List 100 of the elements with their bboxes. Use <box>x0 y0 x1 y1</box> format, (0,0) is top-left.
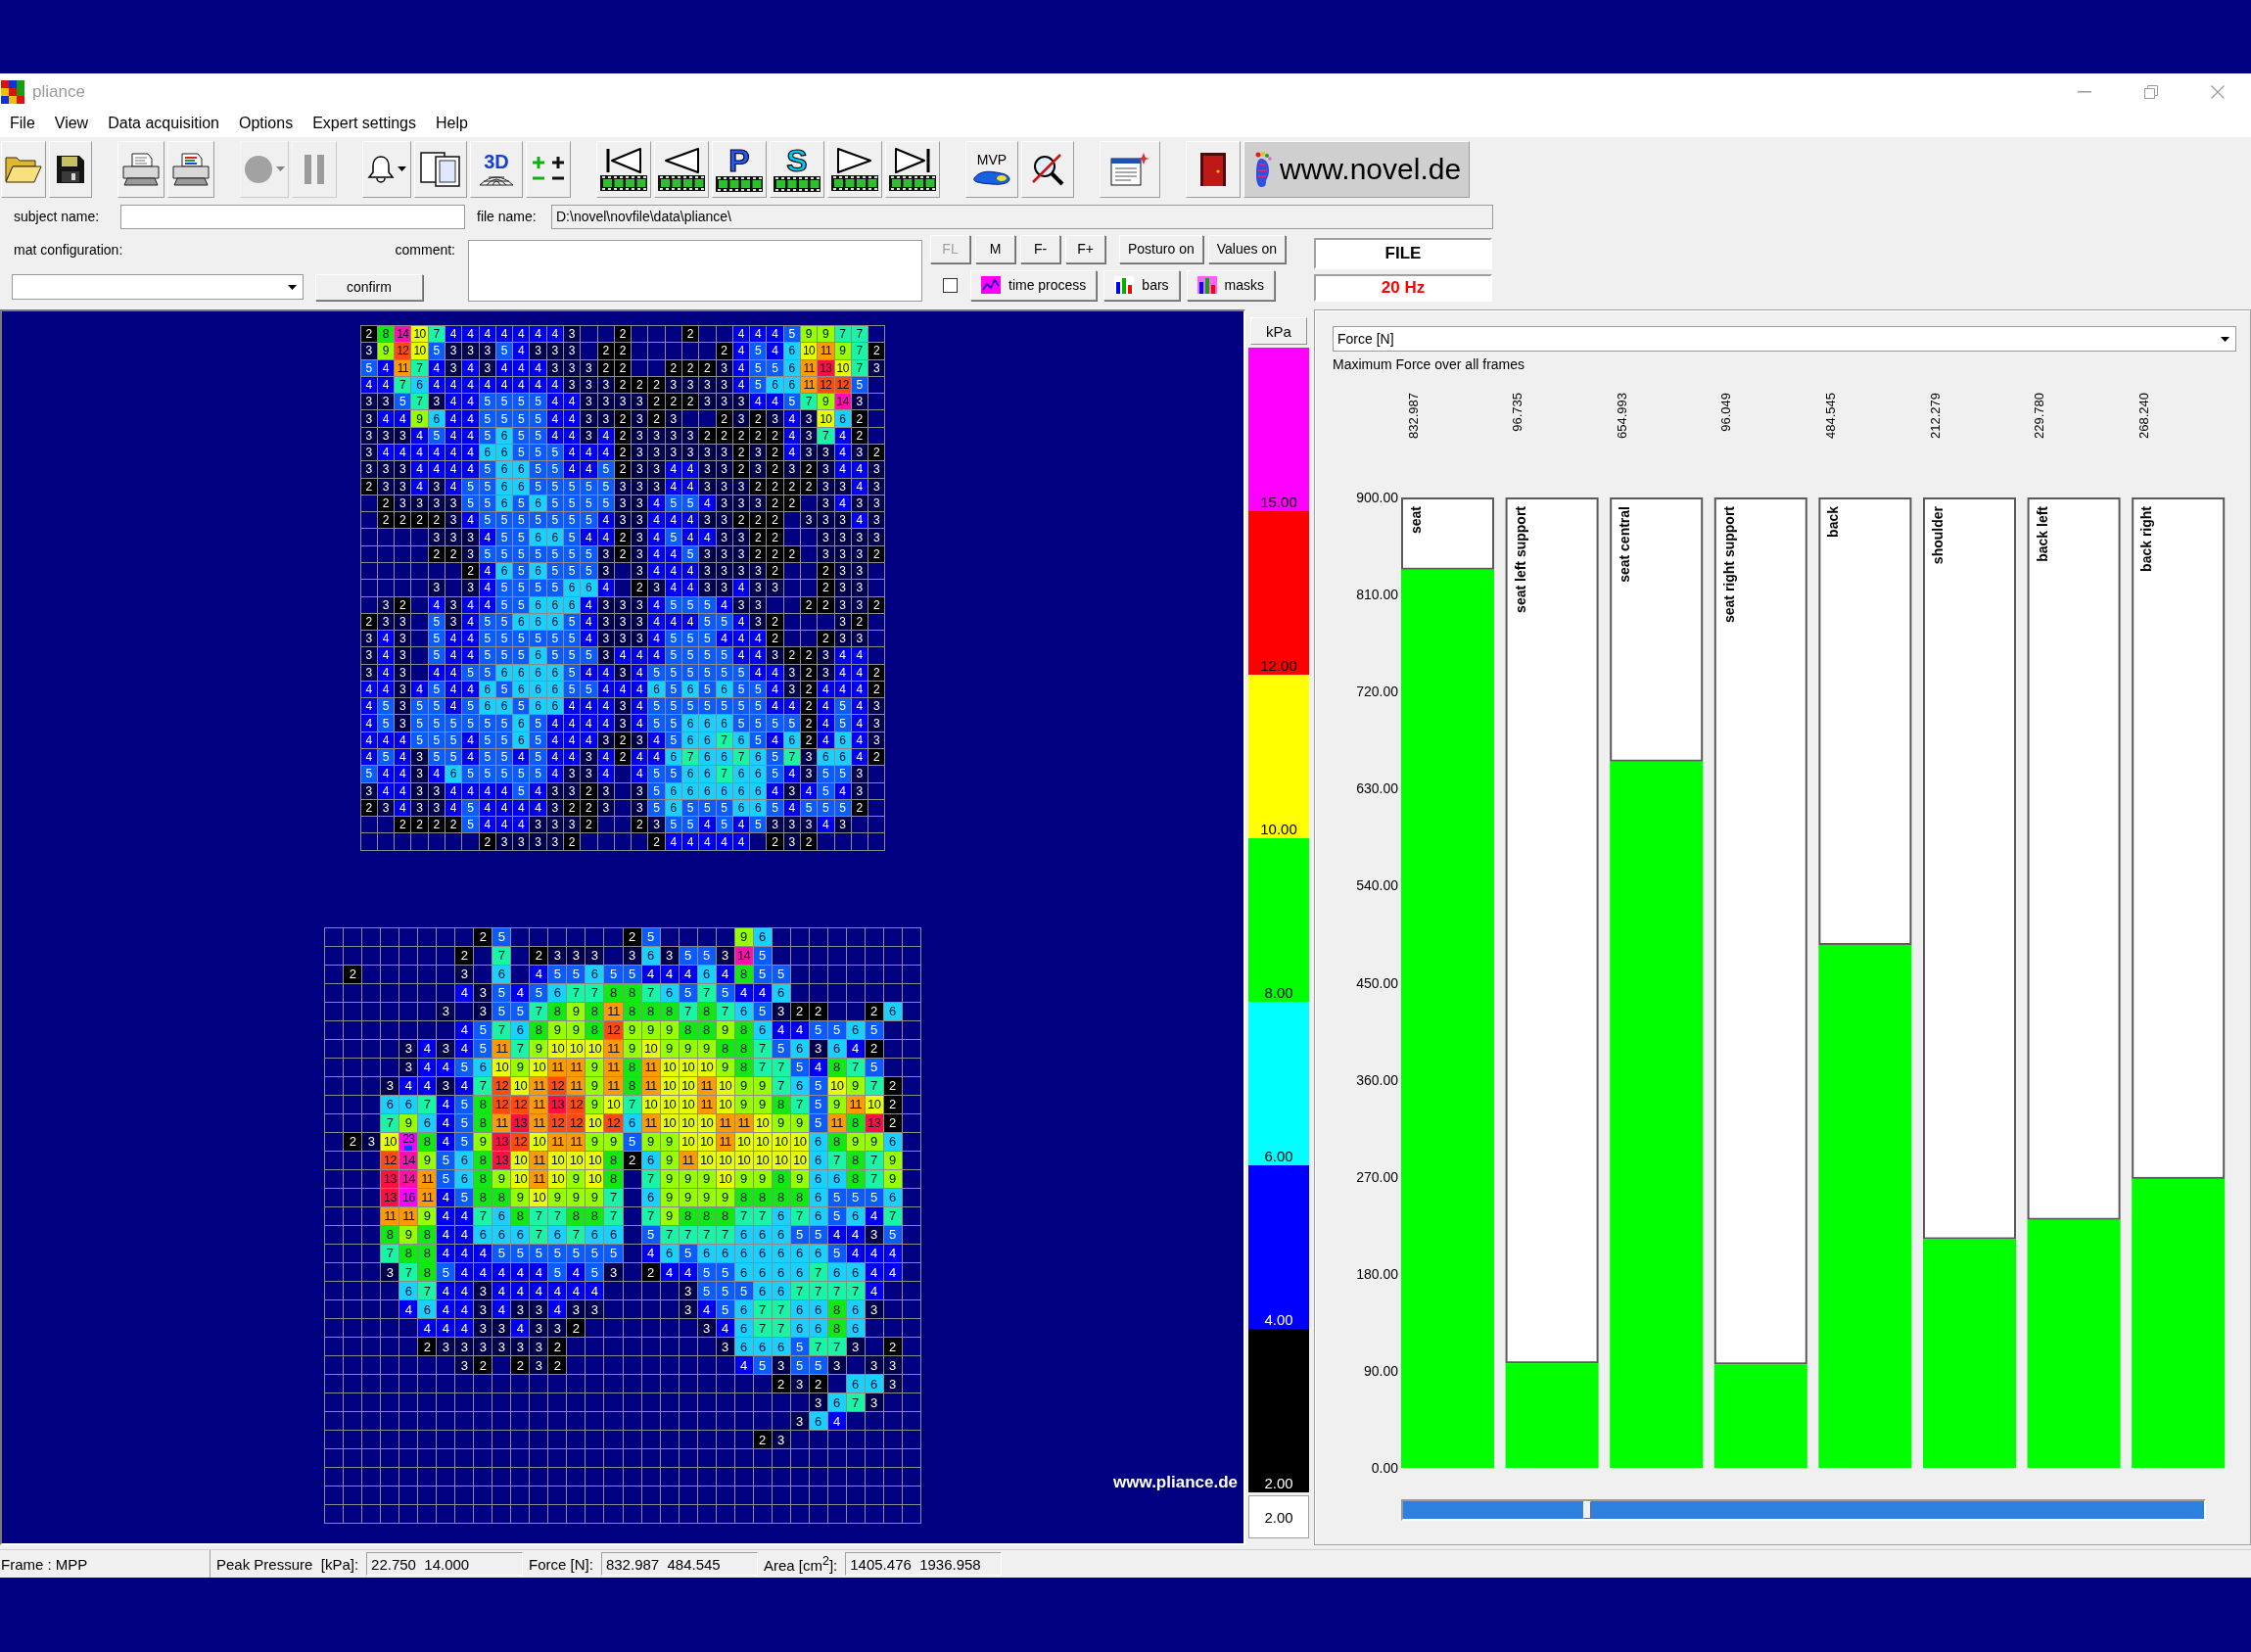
toolbar-button[interactable] <box>1 140 46 198</box>
frame-button[interactable]: F- <box>1020 234 1060 263</box>
toolbar-button[interactable]: P <box>712 140 767 198</box>
pressure-value: 2 <box>800 715 818 732</box>
toolbar-button[interactable] <box>827 140 882 198</box>
pressure-value: 5 <box>564 512 581 529</box>
pressure-value: 10 <box>772 1151 790 1169</box>
pressure-value: 4 <box>455 1300 474 1319</box>
menu-item[interactable]: View <box>44 115 99 132</box>
pressure-value: 12 <box>548 1076 567 1095</box>
display-button[interactable]: time process <box>970 269 1098 301</box>
pressure-value: 6 <box>809 1300 827 1319</box>
pressure-value: 3 <box>632 394 648 410</box>
menu-item[interactable]: File <box>0 115 45 132</box>
pressure-value: 5 <box>699 613 716 631</box>
toolbar-button[interactable] <box>362 140 411 198</box>
pressure-value: 5 <box>437 1263 455 1281</box>
toolbar-button[interactable] <box>117 140 164 198</box>
confirm-button[interactable]: confirm <box>315 273 423 301</box>
subject-name-field[interactable] <box>120 204 465 229</box>
comment-field[interactable] <box>468 240 922 302</box>
toolbar-button[interactable] <box>654 140 709 198</box>
toolbar-button[interactable] <box>414 140 467 198</box>
toolbar-button[interactable] <box>596 140 651 198</box>
pressure-value: 3 <box>772 1356 790 1375</box>
restore-icon[interactable] <box>2144 84 2158 99</box>
pressure-value: 8 <box>697 1002 716 1020</box>
pressure-value: 3 <box>511 1300 530 1319</box>
pressure-value: 5 <box>546 545 563 562</box>
status-value: 1405.476 1936.958 <box>845 1552 1003 1576</box>
pressure-value: 4 <box>699 529 716 545</box>
website-link-button[interactable]: www.novel.de <box>1243 140 1471 198</box>
pressure-value: 3 <box>750 461 767 478</box>
pressure-value: 3 <box>360 631 377 647</box>
menu-item[interactable]: Expert settings <box>303 115 426 132</box>
frame-button[interactable]: F+ <box>1065 234 1105 263</box>
pressure-value: 2 <box>564 833 581 850</box>
pressure-value: 6 <box>513 461 530 478</box>
pressure-value: 4 <box>479 376 495 394</box>
pressure-value: 5 <box>699 647 716 664</box>
close-icon[interactable] <box>2211 84 2225 99</box>
pressure-value: 2 <box>614 326 632 343</box>
pressure-value: 10 <box>530 1058 548 1076</box>
pressure-value: 3 <box>474 1319 492 1338</box>
pressure-value: 8 <box>697 1206 716 1225</box>
pressure-value: 12 <box>834 376 851 394</box>
pressure-value: 2 <box>614 359 632 376</box>
pressure-value: 5 <box>753 1002 772 1020</box>
toolbar-button[interactable] <box>1021 140 1074 198</box>
pressure-value: 3 <box>699 580 716 596</box>
toolbar-button[interactable] <box>1100 140 1160 198</box>
pressure-value: 5 <box>790 1338 809 1356</box>
pressure-value: 6 <box>492 1225 511 1244</box>
pressure-value: 10 <box>679 1095 697 1113</box>
menu-item[interactable]: Options <box>229 115 304 132</box>
checkbox[interactable] <box>943 277 958 293</box>
pressure-value: 4 <box>679 965 697 983</box>
menu-item[interactable]: Help <box>426 115 478 132</box>
pressure-value: 2 <box>411 817 428 833</box>
pressure-value: 3 <box>750 580 767 596</box>
mat-configuration-select[interactable] <box>12 274 304 300</box>
pressure-value: 4 <box>732 376 750 394</box>
frame-button[interactable]: M <box>975 234 1015 263</box>
pressure-value: 7 <box>772 1076 790 1095</box>
pressure-value: 5 <box>648 698 665 715</box>
pressure-value: 5 <box>462 766 479 782</box>
toolbar-button[interactable] <box>885 140 940 198</box>
toggle-button[interactable]: Values on <box>1207 234 1286 263</box>
toolbar-button[interactable] <box>526 140 571 198</box>
toolbar-button[interactable] <box>167 140 214 198</box>
pressure-value: 4 <box>564 461 581 478</box>
pressure-value: 9 <box>697 1039 716 1058</box>
toolbar-button[interactable]: MVP <box>965 140 1018 198</box>
frame-slider[interactable] <box>1401 1499 2206 1521</box>
pressure-value: 2 <box>395 512 411 529</box>
file-name-field[interactable]: D:\novel\novfile\data\pliance\ <box>551 204 1493 229</box>
toolbar-button[interactable]: 3D <box>470 140 523 198</box>
slider-thumb[interactable] <box>1583 1501 1592 1519</box>
pressure-value: 4 <box>767 343 783 359</box>
pressure-value: 5 <box>809 1095 827 1113</box>
pressure-value: 3 <box>623 946 641 965</box>
pressure-value: 5 <box>732 715 750 732</box>
toggle-button[interactable]: Posturo on <box>1119 234 1203 263</box>
display-button[interactable]: bars <box>1103 269 1180 301</box>
pressure-value: 6 <box>734 1300 753 1319</box>
minimize-icon[interactable] <box>2078 90 2091 93</box>
quantity-select[interactable]: Force [N] <box>1333 326 2236 352</box>
pressure-value: 4 <box>732 817 750 833</box>
pressure-value: 4 <box>530 1263 548 1281</box>
menu-item[interactable]: Data acquisition <box>98 115 229 132</box>
pressure-value: 3 <box>411 749 428 766</box>
toolbar-button[interactable] <box>1186 140 1241 198</box>
pressure-value: 4 <box>437 1206 455 1225</box>
pressure-value: 4 <box>697 1300 716 1319</box>
pressure-value: 5 <box>564 478 581 495</box>
toolbar-button[interactable] <box>49 140 92 198</box>
pressure-value: 10 <box>753 1113 772 1132</box>
display-button[interactable]: masks <box>1186 269 1276 301</box>
pressure-value: 11 <box>492 1039 511 1058</box>
pressure-value: 3 <box>474 1002 492 1020</box>
